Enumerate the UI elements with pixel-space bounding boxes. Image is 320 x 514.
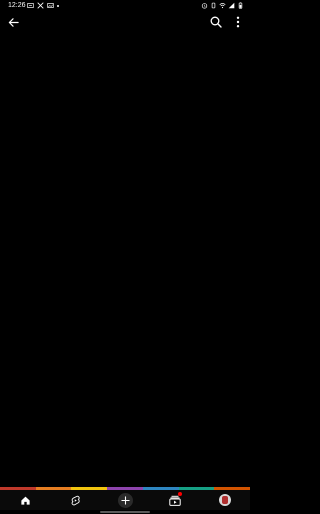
top-bar — [0, 12, 250, 32]
bottom-navigation — [0, 490, 250, 510]
subscriptions-badge — [178, 492, 182, 496]
notification-icon — [27, 3, 34, 8]
gesture-pill[interactable] — [100, 511, 150, 513]
more-options-button[interactable] — [231, 15, 245, 29]
more-vertical-icon — [236, 16, 240, 28]
search-button[interactable] — [209, 15, 223, 29]
gesture-bar — [0, 510, 250, 514]
alarm-icon — [201, 3, 208, 9]
signal-icon — [228, 2, 235, 9]
nav-subscriptions[interactable] — [166, 492, 184, 508]
wifi-icon — [219, 3, 226, 9]
nav-home[interactable] — [16, 492, 34, 508]
back-button[interactable] — [6, 15, 20, 29]
status-time: 12:26 — [8, 2, 26, 9]
avatar-icon — [219, 494, 231, 506]
status-bar: 12:26 — [0, 0, 250, 12]
status-right-icons — [201, 2, 244, 9]
shorts-icon — [71, 495, 80, 505]
battery-icon — [238, 2, 243, 9]
search-icon — [210, 16, 222, 28]
content-area — [0, 32, 250, 487]
nav-create[interactable] — [116, 492, 134, 508]
create-button-circle — [117, 492, 133, 508]
home-icon — [20, 496, 30, 505]
nav-shorts[interactable] — [66, 492, 84, 508]
vibrate-icon — [211, 2, 216, 9]
status-left-icons — [27, 2, 59, 9]
plus-icon — [120, 495, 130, 505]
dot-icon — [57, 4, 59, 7]
image-icon — [47, 3, 54, 8]
crossed-icon — [37, 2, 44, 9]
nav-you[interactable] — [216, 492, 234, 508]
subscriptions-icon — [169, 495, 181, 506]
arrow-left-icon — [8, 17, 19, 27]
